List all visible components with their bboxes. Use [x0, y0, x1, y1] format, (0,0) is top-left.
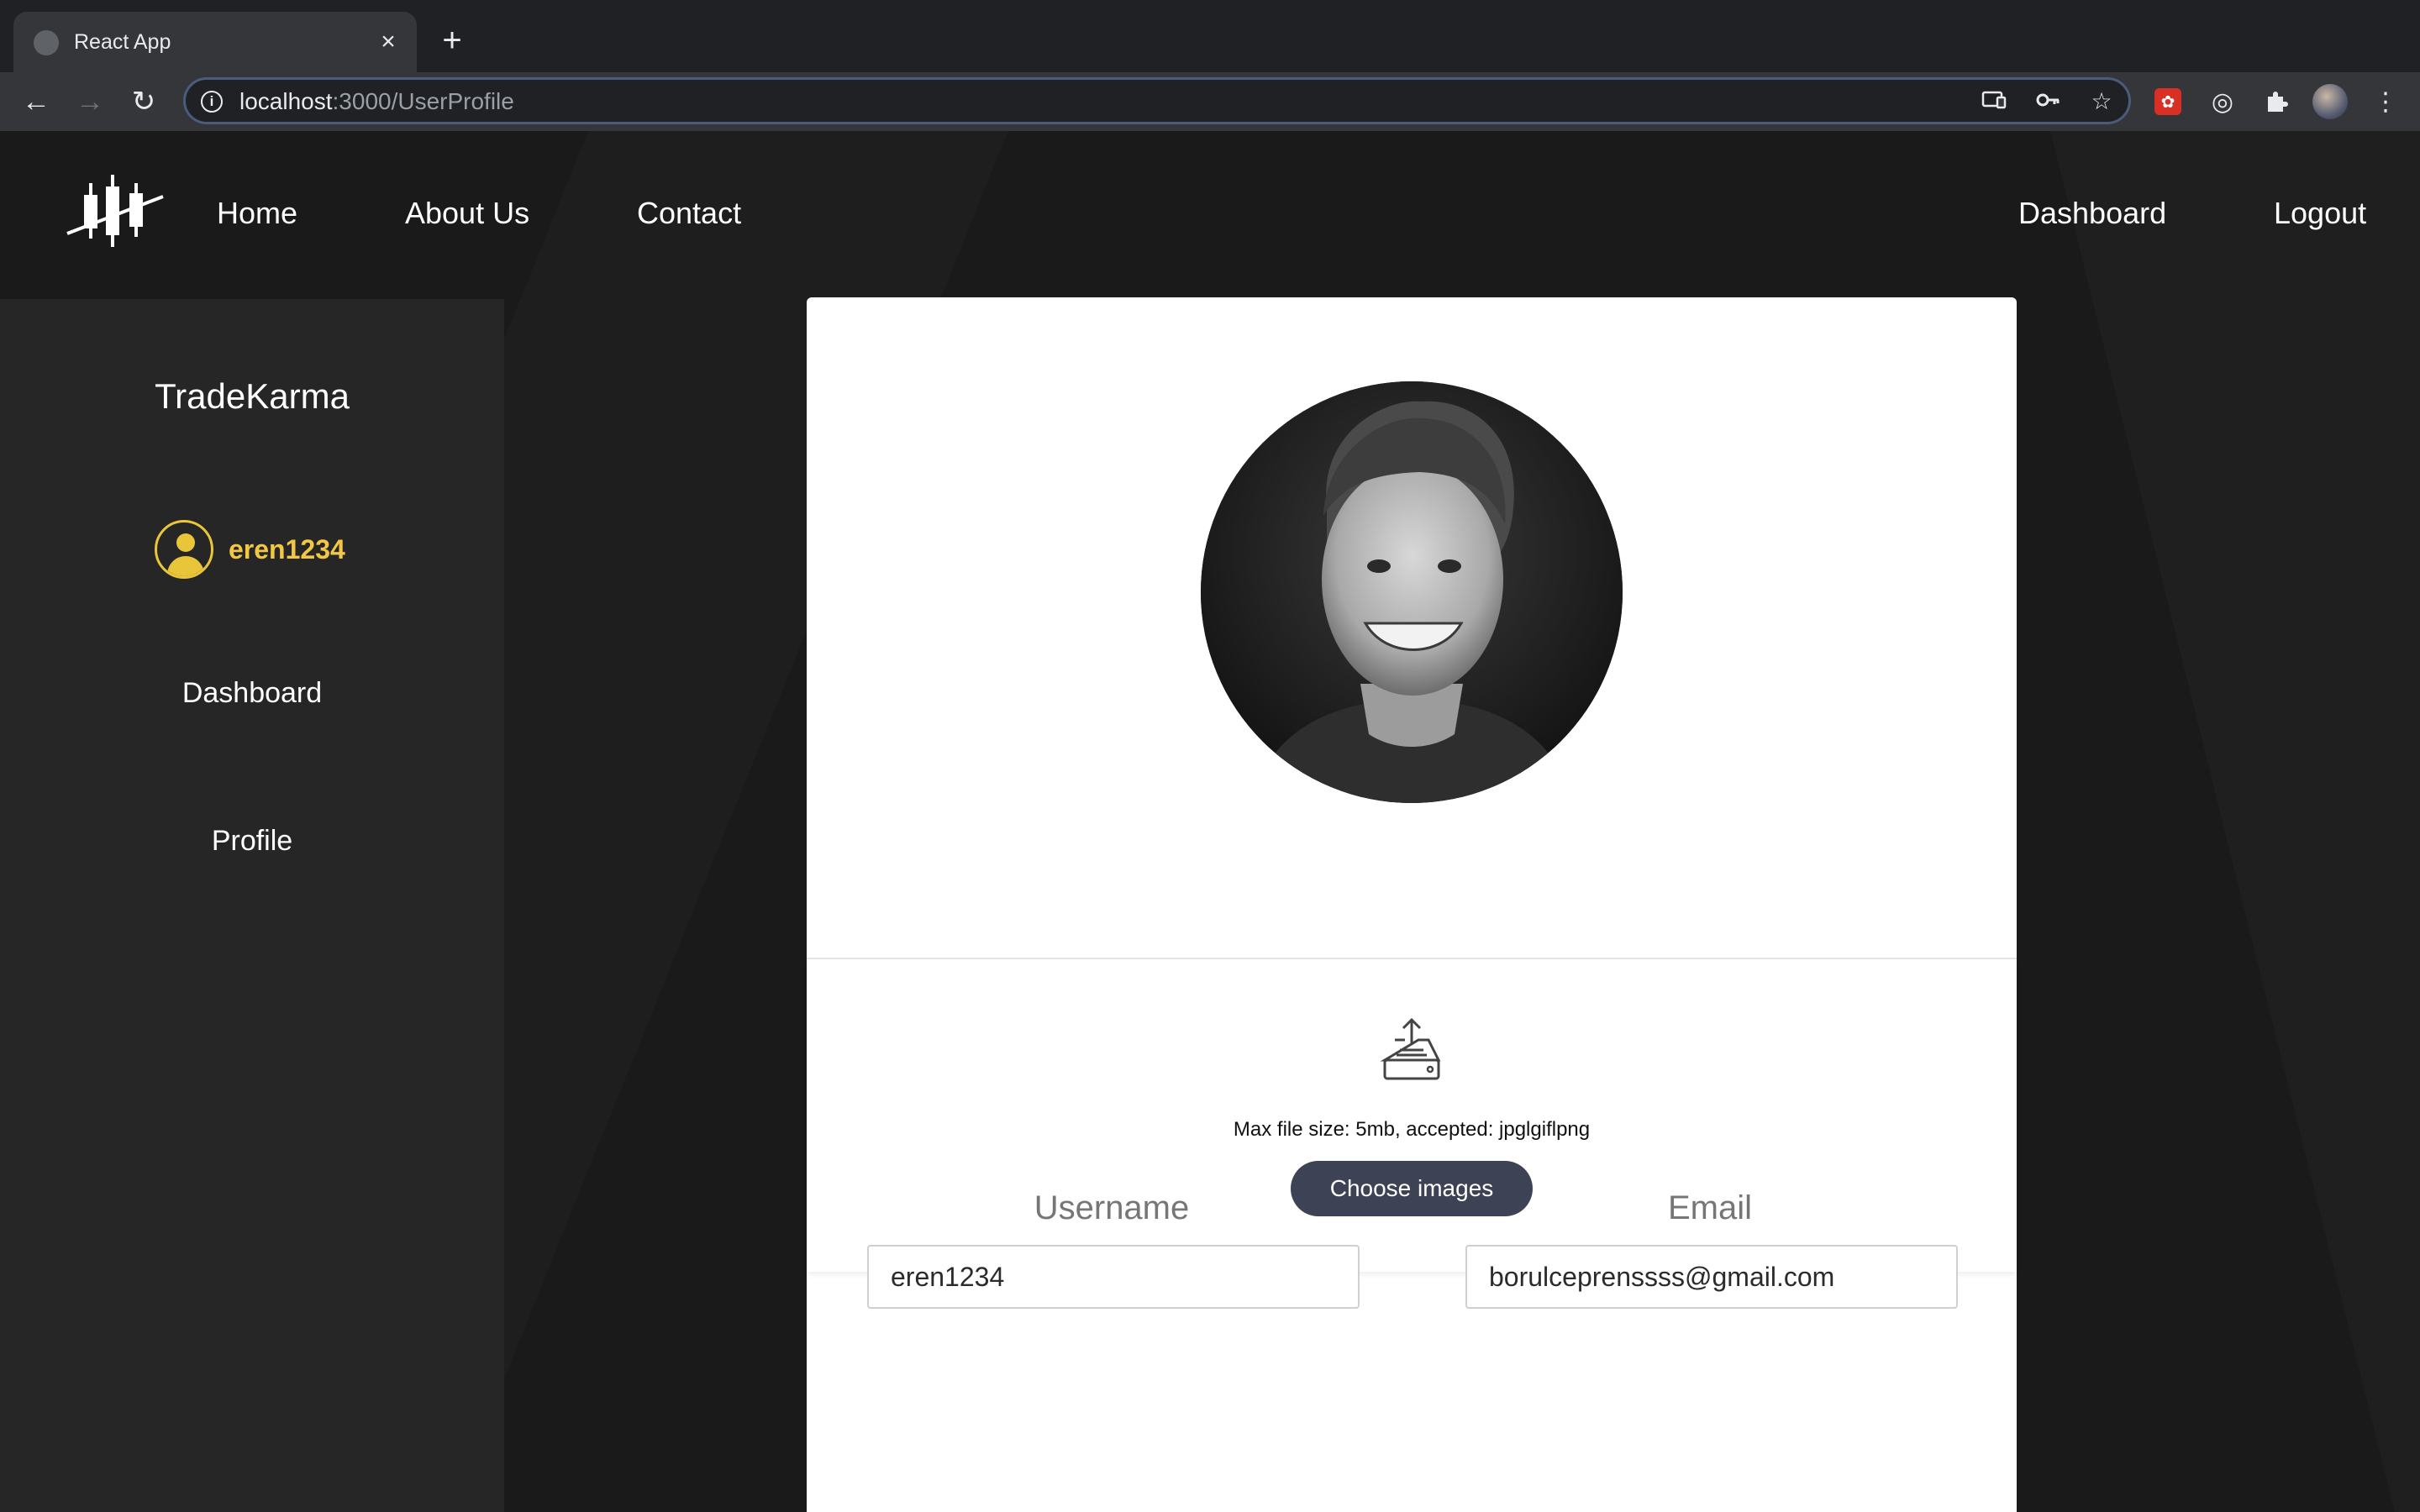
candlestick-logo-icon[interactable] [66, 175, 165, 249]
sidebar-item-dashboard[interactable]: Dashboard [0, 675, 504, 711]
top-navbar: Home About Us Contact Dashboard Logout [0, 131, 2420, 299]
email-input[interactable] [1465, 1245, 1958, 1309]
tab-title: React App [74, 30, 171, 54]
email-label: Email [1667, 1189, 1753, 1226]
upload-hint: Max file size: 5mb, accepted: jpglgiflpn… [1233, 1118, 1591, 1141]
new-tab-button[interactable]: + [434, 22, 471, 59]
username-input[interactable] [867, 1245, 1360, 1309]
globe-favicon-icon [34, 30, 59, 55]
reload-icon[interactable]: ↻ [124, 82, 163, 121]
browser-tabstrip: React App × + [0, 0, 2420, 72]
key-icon[interactable] [2033, 87, 2063, 117]
nav-link-about-us[interactable]: About Us [405, 195, 529, 232]
profile-card: Max file size: 5mb, accepted: jpglgiflpn… [807, 297, 2017, 1512]
nav-link-dashboard[interactable]: Dashboard [2018, 195, 2166, 232]
cast-icon[interactable] [1979, 87, 2009, 117]
sidebar: TradeKarma eren1234 Dashboard Profile [0, 299, 504, 1512]
puzzle-icon[interactable] [2259, 84, 2294, 119]
star-icon[interactable]: ☆ [2086, 87, 2117, 117]
user-avatar-icon [155, 520, 213, 579]
username-label: Username [1034, 1189, 1190, 1226]
nav-link-logout[interactable]: Logout [2274, 195, 2366, 232]
nav-link-contact[interactable]: Contact [637, 195, 741, 232]
forward-arrow-icon[interactable]: → [71, 82, 109, 121]
sidebar-item-profile[interactable]: Profile [0, 823, 504, 858]
sidebar-user[interactable]: eren1234 [155, 519, 345, 580]
close-tab-icon[interactable]: × [371, 25, 405, 59]
browser-tab[interactable]: React App × [13, 12, 417, 72]
nav-link-home[interactable]: Home [217, 195, 297, 232]
back-arrow-icon[interactable]: ← [17, 82, 55, 121]
profile-photo [1201, 381, 1623, 803]
browser-toolbar: ← → ↻ i localhost:3000/UserProfile ☆ ✿ ◎… [0, 72, 2420, 131]
target-extension-icon[interactable]: ◎ [2205, 84, 2240, 119]
sidebar-brand: TradeKarma [155, 376, 350, 416]
profile-avatar[interactable] [2312, 84, 2348, 119]
sidebar-username: eren1234 [229, 533, 345, 564]
upload-tray-icon [1380, 1017, 1441, 1080]
url-text[interactable]: localhost:3000/UserProfile [239, 88, 514, 115]
site-info-icon[interactable]: i [201, 91, 223, 113]
kebab-menu-icon[interactable]: ⋮ [2368, 84, 2403, 119]
red-extension-icon[interactable]: ✿ [2154, 88, 2181, 115]
address-bar[interactable]: i localhost:3000/UserProfile ☆ [183, 77, 2131, 124]
background-stripe [2050, 131, 2420, 1512]
